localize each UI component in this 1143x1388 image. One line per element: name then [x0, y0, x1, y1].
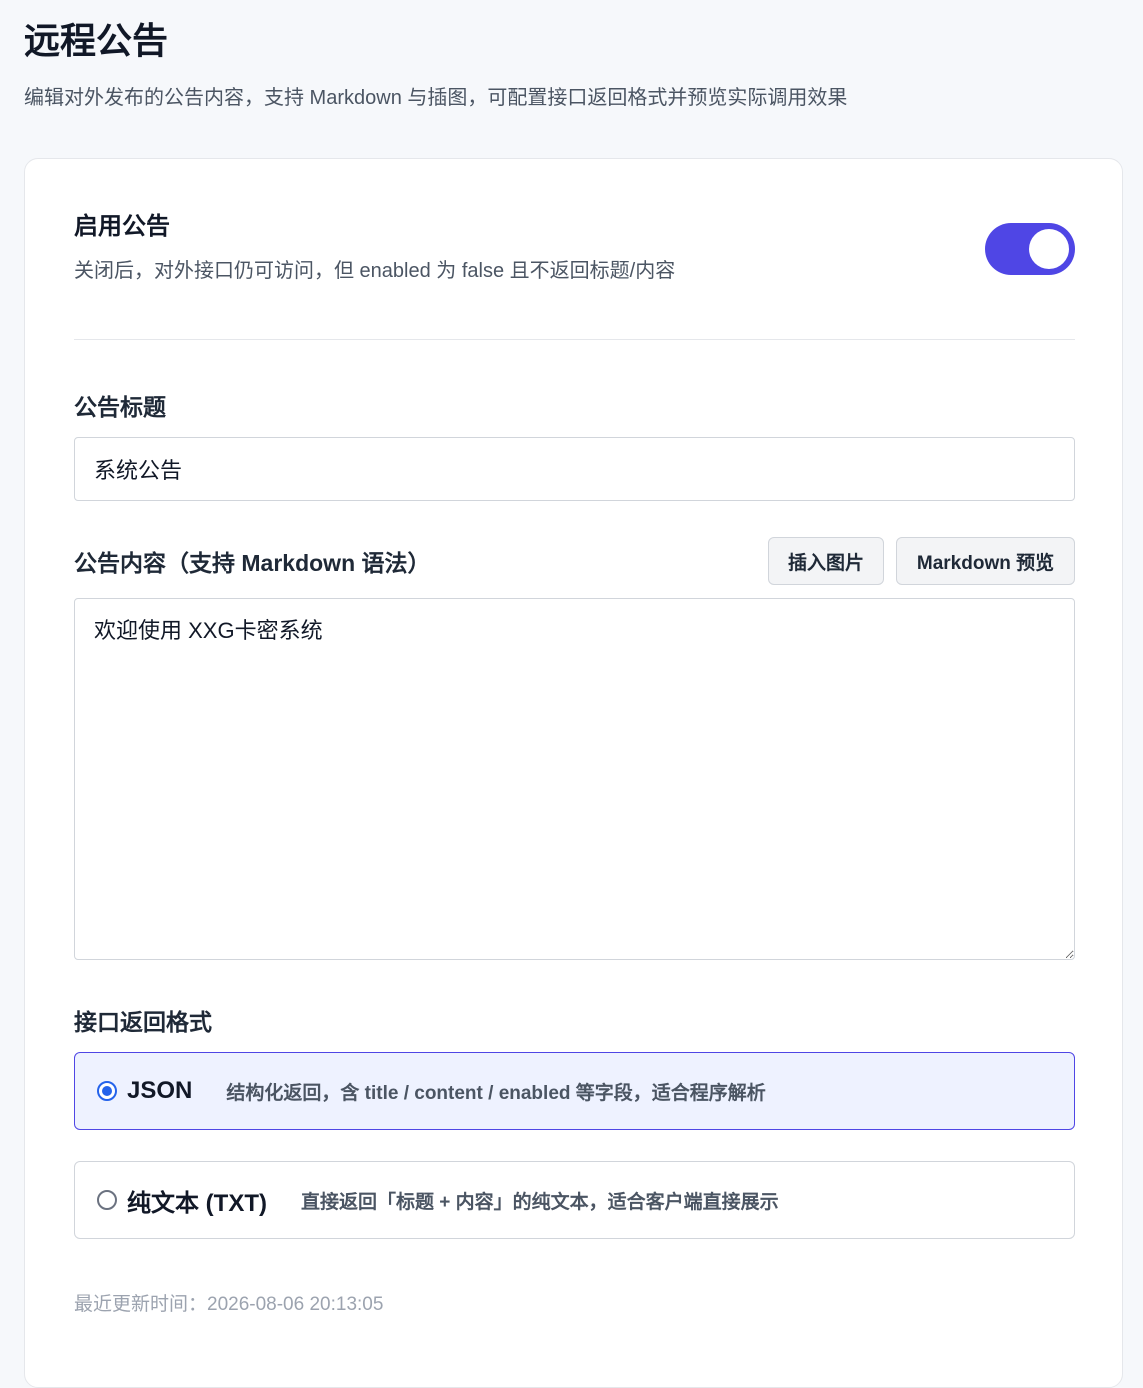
format-option-description: 直接返回「标题 + 内容」的纯文本，适合客户端直接展示: [300, 1191, 779, 1213]
enable-description: 关闭后，对外接口仍可访问，但 enabled 为 false 且不返回标题/内容: [74, 260, 676, 282]
last-updated-text: 最近更新时间：2026-08-06 20:13:05: [74, 1294, 384, 1315]
page-header: 远程公告 编辑对外发布的公告内容，支持 Markdown 与插图，可配置接口返回…: [24, 18, 1119, 112]
section-divider: [74, 339, 1075, 340]
format-option-name: 纯文本 (TXT): [127, 1189, 267, 1217]
format-option-name: JSON: [127, 1077, 193, 1104]
title-input[interactable]: [74, 437, 1075, 501]
format-option-description: 结构化返回，含 title / content / enabled 等字段，适合…: [226, 1082, 766, 1104]
content-textarea[interactable]: 欢迎使用 XXG卡密系统: [74, 598, 1075, 960]
format-option-txt[interactable]: 纯文本 (TXT) 直接返回「标题 + 内容」的纯文本，适合客户端直接展示: [74, 1161, 1075, 1239]
toggle-knob: [1029, 229, 1069, 269]
content-label: 公告内容（支持 Markdown 语法）: [74, 550, 431, 576]
announcement-card: 启用公告 关闭后，对外接口仍可访问，但 enabled 为 false 且不返回…: [24, 158, 1123, 1388]
page-subtitle: 编辑对外发布的公告内容，支持 Markdown 与插图，可配置接口返回格式并预览…: [24, 87, 848, 109]
enable-toggle[interactable]: [985, 223, 1075, 275]
markdown-preview-button[interactable]: Markdown 预览: [896, 537, 1075, 585]
format-option-json[interactable]: JSON 结构化返回，含 title / content / enabled 等…: [74, 1052, 1075, 1130]
insert-image-button[interactable]: 插入图片: [768, 537, 884, 585]
title-label: 公告标题: [74, 394, 166, 420]
page-title: 远程公告: [24, 20, 169, 61]
format-label: 接口返回格式: [74, 1009, 212, 1035]
enable-setting: 启用公告 关闭后，对外接口仍可访问，但 enabled 为 false 且不返回…: [74, 211, 1075, 291]
enable-title: 启用公告: [74, 213, 170, 240]
radio-checked-icon[interactable]: [97, 1081, 117, 1101]
radio-unchecked-icon[interactable]: [97, 1190, 117, 1210]
